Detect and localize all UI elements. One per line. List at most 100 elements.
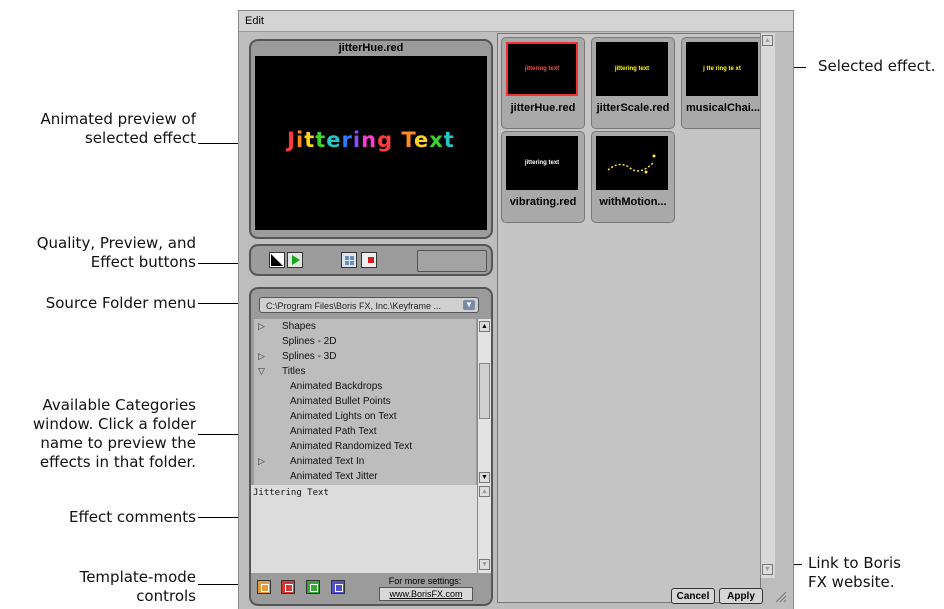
preview-letter: t xyxy=(304,128,316,152)
scroll-down-icon[interactable]: ▼ xyxy=(762,564,773,575)
category-item[interactable]: Animated Text Jitter xyxy=(254,469,476,484)
category-item[interactable]: Animated Backdrops xyxy=(254,379,476,394)
preview-letter: J xyxy=(287,128,296,152)
effect-thumbnail-image xyxy=(596,136,668,190)
preview-animated-text: Jittering Text xyxy=(255,128,487,152)
collapsed-arrow-icon[interactable]: ▷ xyxy=(258,349,265,364)
preview-letter: i xyxy=(296,128,305,152)
thumb-text: j tte ring te xt xyxy=(703,66,741,72)
category-item[interactable]: Animated Lights on Text xyxy=(254,409,476,424)
category-label: Animated Bullet Points xyxy=(290,396,391,407)
preview-letter: x xyxy=(429,128,444,152)
apply-button[interactable]: Apply xyxy=(719,588,763,604)
effects-grid: jittering text jitterHue.red jittering t… xyxy=(497,33,765,603)
status-field xyxy=(417,250,487,272)
scroll-up-icon[interactable]: ▲ xyxy=(479,321,490,332)
template-red-button[interactable] xyxy=(281,580,295,594)
callout-link: Link to Boris FX website. xyxy=(808,554,901,591)
collapsed-arrow-icon[interactable]: ▷ xyxy=(258,319,265,334)
preview-screen: Jittering Text xyxy=(255,56,487,230)
effect-thumb-jitterhue[interactable]: jittering text jitterHue.red xyxy=(501,37,585,129)
category-item[interactable]: Animated Bullet Points xyxy=(254,394,476,409)
category-item[interactable]: ▷ Splines - 3D xyxy=(254,349,476,364)
source-folder-menu[interactable]: C:\Program Files\Boris FX, Inc.\Keyframe… xyxy=(259,297,479,313)
category-label: Animated Text Jitter xyxy=(290,471,378,482)
thumb-text: jittering text xyxy=(614,66,650,72)
category-label: Animated Path Text xyxy=(290,426,377,437)
callout-source-folder: Source Folder menu xyxy=(45,294,196,312)
scroll-thumb[interactable] xyxy=(479,363,490,419)
template-blue-button[interactable] xyxy=(331,580,345,594)
category-label: Shapes xyxy=(282,321,316,332)
category-label: Splines - 3D xyxy=(282,351,337,362)
cancel-button[interactable]: Cancel xyxy=(671,588,715,604)
category-item[interactable]: Splines - 2D xyxy=(254,334,476,349)
thumb-text: jittering text xyxy=(524,160,560,166)
scroll-down-icon[interactable]: ▼ xyxy=(479,559,490,570)
effect-name: jitterScale.red xyxy=(596,102,670,114)
effect-grid-button[interactable] xyxy=(341,252,357,268)
menubar: Edit xyxy=(239,11,793,32)
effect-name: vibrating.red xyxy=(509,196,577,208)
template-orange-button[interactable] xyxy=(257,580,271,594)
category-item[interactable]: Animated Randomized Text xyxy=(254,439,476,454)
category-item[interactable]: ▽ Titles xyxy=(254,364,476,379)
preview-letter: e xyxy=(413,128,430,152)
effects-browser-window: Edit jitterHue.red Jittering Text C:\Pro… xyxy=(238,10,794,609)
preview-title: jitterHue.red xyxy=(338,42,404,54)
category-label: Animated Text In xyxy=(290,456,365,467)
collapsed-arrow-icon[interactable]: ▷ xyxy=(258,454,265,469)
quality-button[interactable] xyxy=(269,252,285,268)
effect-thumbnail-image: jittering text xyxy=(596,42,668,96)
preview-letter: n xyxy=(361,128,378,152)
effect-record-button[interactable] xyxy=(361,252,377,268)
expanded-arrow-icon[interactable]: ▽ xyxy=(258,364,265,379)
effect-thumbnail-image: jittering text xyxy=(506,136,578,190)
callout-quality-buttons: Quality, Preview, and Effect buttons xyxy=(36,234,196,271)
effect-name: musicalChai... xyxy=(686,102,760,114)
callout-line xyxy=(198,434,240,435)
preview-play-button[interactable] xyxy=(287,252,303,268)
category-label: Titles xyxy=(282,366,306,377)
callout-animated-preview: Animated preview of selected effect xyxy=(40,110,197,147)
callout-categories: Available Categories window. Click a fol… xyxy=(32,396,196,471)
callout-selected-effect: Selected effect. xyxy=(818,57,936,75)
play-icon xyxy=(292,255,300,265)
borisfx-link[interactable]: www.BorisFX.com xyxy=(379,587,473,601)
callout-comments: Effect comments xyxy=(68,508,196,526)
effect-comments[interactable]: Jittering Text ▲ ▼ xyxy=(251,485,491,573)
source-folder-value: C:\Program Files\Boris FX, Inc.\Keyframe… xyxy=(266,301,442,311)
category-item[interactable]: ▷ Animated Text In xyxy=(254,454,476,469)
scroll-down-icon[interactable]: ▼ xyxy=(479,472,490,483)
preview-letter: r xyxy=(341,128,353,152)
effect-name: withMotion... xyxy=(599,196,667,208)
effect-thumb-withmotion[interactable]: withMotion... xyxy=(591,131,675,223)
categories-panel: C:\Program Files\Boris FX, Inc.\Keyframe… xyxy=(249,287,493,606)
preview-panel: jitterHue.red Jittering Text xyxy=(249,39,493,239)
categories-scrollbar[interactable]: ▲ ▼ xyxy=(477,319,491,485)
preview-letter: t xyxy=(443,128,455,152)
effect-thumb-musicalchai[interactable]: j tte ring te xt musicalChai... xyxy=(681,37,765,129)
callout-line xyxy=(198,143,238,144)
record-icon xyxy=(368,257,374,263)
category-item[interactable]: ▷ Shapes xyxy=(254,319,476,334)
chevron-down-icon: ▼ xyxy=(463,300,475,310)
effect-thumb-vibrating[interactable]: jittering text vibrating.red xyxy=(501,131,585,223)
resize-grip-icon[interactable] xyxy=(773,589,787,603)
effects-scrollbar[interactable]: ▲ ▼ xyxy=(760,33,775,578)
effect-thumb-jitterscale[interactable]: jittering text jitterScale.red xyxy=(591,37,675,129)
template-green-button[interactable] xyxy=(306,580,320,594)
menu-edit[interactable]: Edit xyxy=(239,15,264,27)
category-item[interactable]: Animated Path Text xyxy=(254,424,476,439)
preview-letter: i xyxy=(352,128,362,152)
comments-text: Jittering Text xyxy=(253,488,329,498)
grid-icon xyxy=(345,256,354,265)
scroll-up-icon[interactable]: ▲ xyxy=(762,35,773,46)
callout-line xyxy=(198,517,240,518)
scroll-up-icon[interactable]: ▲ xyxy=(479,486,490,497)
category-label: Splines - 2D xyxy=(282,336,337,347)
comments-scrollbar[interactable]: ▲ ▼ xyxy=(477,485,491,573)
thumb-text: jittering text xyxy=(524,66,560,72)
preview-letter: g xyxy=(377,128,394,152)
preview-letter: e xyxy=(326,128,342,152)
